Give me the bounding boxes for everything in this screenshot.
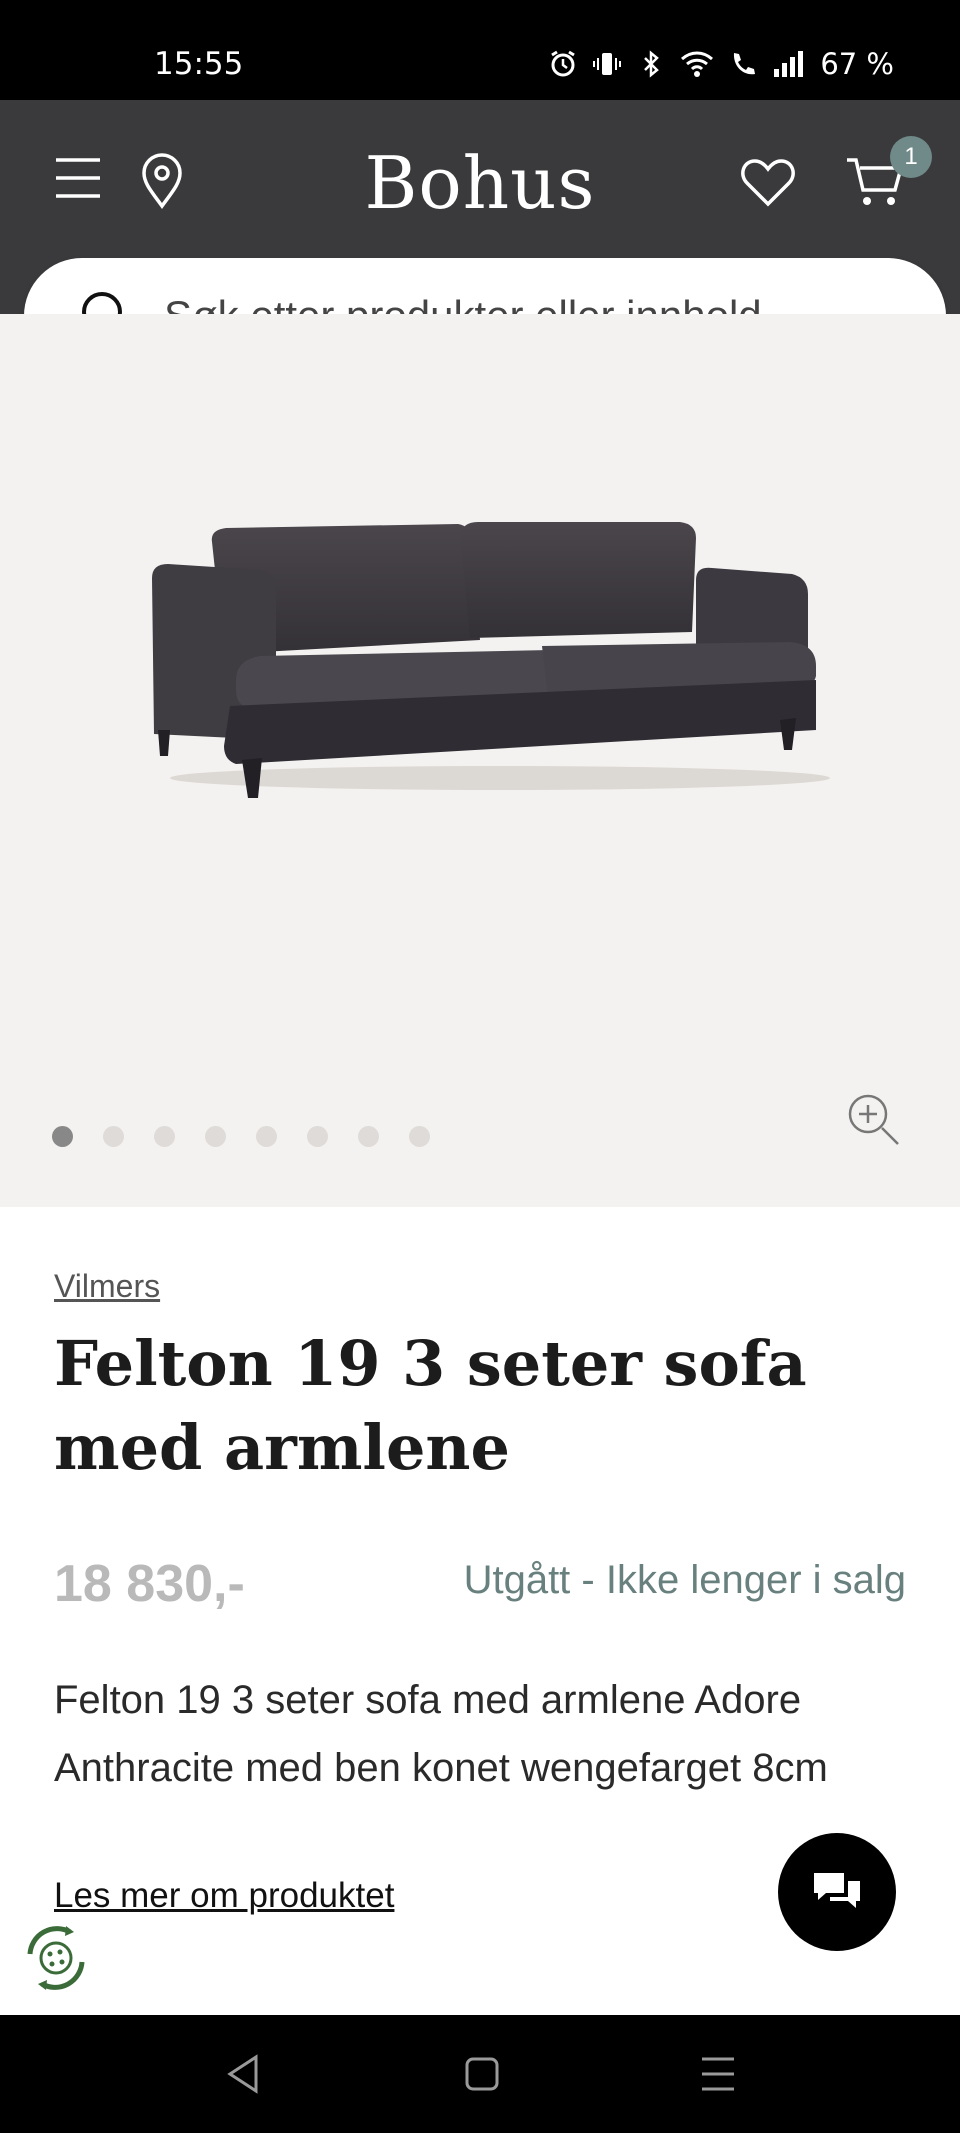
chat-button[interactable] [778, 1833, 896, 1951]
gallery-dot[interactable] [205, 1126, 226, 1147]
gallery-dot[interactable] [52, 1126, 73, 1147]
product-description: Felton 19 3 seter sofa med armlene Adore… [54, 1678, 828, 1790]
store-locator-button[interactable] [134, 150, 190, 212]
wifi-icon [681, 51, 714, 77]
status-time: 15:55 [154, 46, 244, 82]
status-bar: 15:55 67 % [0, 0, 960, 100]
bluetooth-icon [644, 50, 660, 78]
wishlist-button[interactable] [738, 152, 798, 212]
gallery-dot[interactable] [256, 1126, 277, 1147]
gallery-dot[interactable] [409, 1126, 430, 1147]
page: 15:55 67 % Bohus 1 Søk etter produkter e… [0, 0, 960, 2133]
gallery-dot[interactable] [154, 1126, 175, 1147]
menu-button[interactable] [50, 150, 106, 206]
status-icons: 67 % [548, 44, 894, 84]
bohus-logo[interactable]: Bohus [360, 138, 600, 228]
call-icon [734, 53, 756, 75]
location-pin-icon [142, 153, 182, 209]
recents-icon[interactable] [694, 2051, 742, 2097]
product-price: 18 830,- [54, 1555, 245, 1613]
signal-icon [774, 51, 804, 77]
read-more-link[interactable]: Les mer om produktet [54, 1876, 394, 1916]
recycle-badge-icon[interactable] [16, 1918, 96, 1998]
menu-icon [56, 158, 100, 198]
product-title: Felton 19 3 seter sofa med armlene [54, 1327, 807, 1484]
brand-link[interactable]: Vilmers [54, 1268, 160, 1305]
chat-bubbles-icon [814, 1873, 860, 1908]
zoom-in-icon[interactable] [846, 1092, 902, 1148]
cart-count-badge: 1 [890, 136, 932, 178]
product-image-sofa[interactable] [140, 520, 830, 820]
gallery-dot[interactable] [103, 1126, 124, 1147]
availability-status: Utgått - Ikke lenger i salg [463, 1558, 906, 1602]
gallery-dot[interactable] [358, 1126, 379, 1147]
back-icon[interactable] [220, 2051, 268, 2097]
vibrate-icon [593, 53, 622, 75]
gallery-pagination [52, 1126, 430, 1147]
battery-text: 67 % [820, 47, 894, 81]
alarm-icon [551, 50, 576, 77]
home-icon[interactable] [458, 2051, 506, 2097]
gallery-dot[interactable] [307, 1126, 328, 1147]
heart-icon [741, 159, 795, 207]
